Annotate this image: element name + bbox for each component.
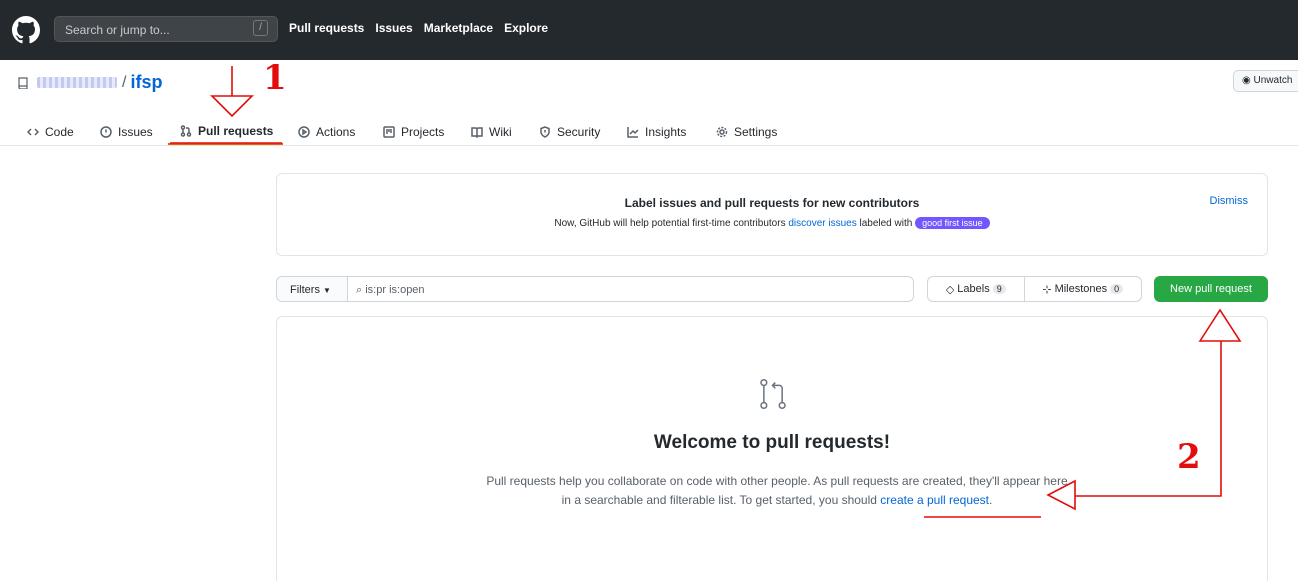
milestones-button[interactable]: ⊹ Milestones 0 <box>1025 277 1141 301</box>
labels-milestones-group: ◇ Labels 9 ⊹ Milestones 0 <box>927 276 1142 302</box>
repo-header: / ifsp <box>17 72 162 93</box>
caret-down-icon: ▼ <box>323 286 331 295</box>
tab-settings[interactable]: Settings <box>716 119 777 145</box>
labels-label: Labels <box>957 283 990 295</box>
unwatch-button[interactable]: ◉ Unwatch <box>1233 70 1298 92</box>
graph-icon <box>627 127 639 138</box>
good-first-issue-badge[interactable]: good first issue <box>915 217 990 229</box>
labels-count: 9 <box>992 284 1006 294</box>
nav-issues[interactable]: Issues <box>375 21 412 35</box>
tab-label: Code <box>45 125 74 139</box>
pr-search-input[interactable]: ⌕ is:pr is:open <box>347 276 914 302</box>
tab-pull-requests[interactable]: Pull requests <box>168 119 283 145</box>
tab-actions[interactable]: Actions <box>298 119 355 145</box>
notice-body: Now, GitHub will help potential first-ti… <box>277 217 1267 229</box>
issue-icon <box>100 126 112 138</box>
dismiss-button[interactable]: Dismiss <box>1210 195 1249 207</box>
code-icon <box>27 128 39 136</box>
discover-issues-link[interactable]: discover issues <box>788 218 856 229</box>
create-pull-request-link[interactable]: create a pull request <box>880 493 989 507</box>
tab-wiki[interactable]: Wiki <box>471 119 512 145</box>
step1-arrow-head <box>210 95 254 118</box>
search-icon: ⌕ <box>356 284 363 296</box>
tab-issues[interactable]: Issues <box>100 119 153 145</box>
shield-icon <box>540 126 550 138</box>
nav-pull-requests[interactable]: Pull requests <box>289 21 364 35</box>
tag-icon: ◇ <box>945 283 955 296</box>
pull-request-icon <box>760 378 786 410</box>
repo-slash: / <box>122 73 127 91</box>
tab-label: Projects <box>401 125 445 139</box>
gear-icon <box>716 126 728 138</box>
tab-label: Actions <box>316 125 356 139</box>
annotation-number-2: 2 <box>1177 437 1201 477</box>
notice-text: labeled with <box>856 218 916 229</box>
annotation-number-1: 1 <box>263 58 287 98</box>
nav-marketplace[interactable]: Marketplace <box>424 21 493 35</box>
tab-insights[interactable]: Insights <box>627 119 686 145</box>
search-input[interactable]: Search or jump to... <box>54 16 278 42</box>
repo-icon <box>18 76 28 89</box>
filters-label: Filters <box>290 284 320 296</box>
filters-dropdown-button[interactable]: Filters ▼ <box>276 276 348 302</box>
pr-search-query: is:pr is:open <box>365 284 425 296</box>
blankslate-period: . <box>989 493 993 507</box>
global-nav: Pull requests Issues Marketplace Explore <box>289 21 548 35</box>
tab-security[interactable]: Security <box>539 119 600 145</box>
tab-code[interactable]: Code <box>27 119 74 145</box>
tab-projects[interactable]: Projects <box>383 119 444 145</box>
labels-button[interactable]: ◇ Labels 9 <box>928 277 1025 301</box>
project-board-icon <box>383 126 395 138</box>
play-icon <box>298 126 310 138</box>
repo-tabs: Code Issues Pull requests Actions Projec… <box>0 115 1298 146</box>
tab-label: Pull requests <box>198 124 274 138</box>
tab-label: Wiki <box>489 125 512 139</box>
repo-owner-redacted[interactable] <box>37 77 117 88</box>
pull-request-icon <box>180 125 192 137</box>
book-icon <box>471 127 483 138</box>
tab-label: Insights <box>645 125 687 139</box>
notice-title: Label issues and pull requests for new c… <box>624 196 920 210</box>
blankslate: Welcome to pull requests! Pull requests … <box>276 316 1268 581</box>
tab-label: Issues <box>118 125 153 139</box>
new-pull-request-button[interactable]: New pull request <box>1154 276 1268 302</box>
unwatch-label: Unwatch <box>1253 75 1293 86</box>
repo-name-link[interactable]: ifsp <box>130 72 162 93</box>
tab-label: Settings <box>734 125 778 139</box>
blankslate-text: Pull requests help you collaborate on co… <box>482 472 1072 510</box>
milestone-icon: ⊹ <box>1042 283 1052 296</box>
nav-explore[interactable]: Explore <box>504 21 548 35</box>
eye-icon: ◉ <box>1242 75 1251 86</box>
tab-label: Security <box>557 125 601 139</box>
milestones-count: 0 <box>1110 284 1124 294</box>
milestones-label: Milestones <box>1054 283 1108 295</box>
new-contributors-notice: Label issues and pull requests for new c… <box>276 173 1268 256</box>
blankslate-title: Welcome to pull requests! <box>653 432 891 453</box>
notice-text: Now, GitHub will help potential first-ti… <box>554 218 789 229</box>
search-shortcut-hint: / <box>253 20 268 36</box>
github-logo-icon[interactable] <box>12 16 40 44</box>
